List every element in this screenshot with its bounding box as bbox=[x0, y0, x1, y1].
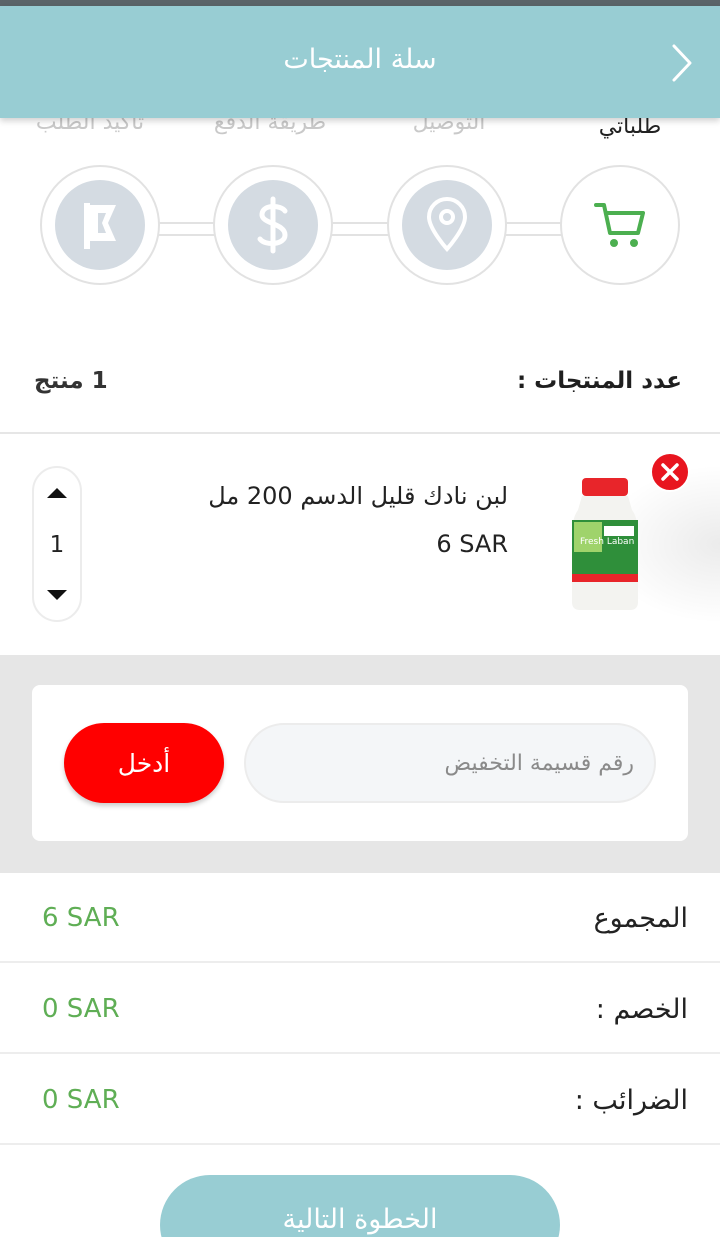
next-step-button[interactable]: الخطوة التالية bbox=[160, 1175, 560, 1237]
decrement-button[interactable] bbox=[47, 590, 67, 600]
product-price: 6 SAR bbox=[436, 530, 508, 558]
coupon-section: أدخل bbox=[0, 655, 720, 873]
product-name: لبن نادك قليل الدسم 200 مل bbox=[208, 482, 508, 510]
step-payment[interactable] bbox=[213, 165, 333, 285]
remove-item-button[interactable] bbox=[650, 452, 690, 492]
tax-value: 0 SAR bbox=[42, 1085, 120, 1115]
quantity-stepper: 1 bbox=[32, 466, 82, 622]
subtotal-row: المجموع 6 SAR bbox=[0, 873, 720, 963]
step-delivery[interactable] bbox=[387, 165, 507, 285]
tax-label: الضرائب : bbox=[574, 1085, 688, 1116]
dollar-icon bbox=[228, 180, 318, 270]
coupon-card: أدخل bbox=[32, 685, 688, 841]
quantity-value: 1 bbox=[49, 532, 65, 558]
step-orders[interactable] bbox=[560, 165, 680, 285]
cart-icon bbox=[575, 180, 665, 270]
apply-coupon-button[interactable]: أدخل bbox=[64, 723, 224, 803]
product-count-value: 1 منتج bbox=[34, 368, 108, 394]
flag-icon bbox=[55, 180, 145, 270]
close-icon bbox=[661, 463, 679, 481]
increment-button[interactable] bbox=[47, 488, 67, 498]
product-image-text: Fresh Laban bbox=[580, 537, 634, 547]
coupon-input[interactable] bbox=[244, 723, 656, 803]
step-confirm[interactable] bbox=[40, 165, 160, 285]
subtotal-label: المجموع bbox=[593, 903, 688, 934]
cart-item: Fresh Laban لبن نادك قليل الدسم 200 مل 6… bbox=[0, 434, 720, 654]
location-pin-icon bbox=[402, 180, 492, 270]
discount-label: الخصم : bbox=[595, 994, 688, 1025]
subtotal-value: 6 SAR bbox=[42, 903, 120, 933]
product-count-row: عدد المنتجات : 1 منتج bbox=[0, 360, 720, 408]
page-title: سلة المنتجات bbox=[283, 44, 437, 75]
product-count-label: عدد المنتجات : bbox=[516, 368, 682, 394]
product-image: Fresh Laban bbox=[560, 474, 650, 614]
discount-value: 0 SAR bbox=[42, 994, 120, 1024]
discount-row: الخصم : 0 SAR bbox=[0, 964, 720, 1054]
chevron-right-icon[interactable] bbox=[670, 42, 694, 84]
app-bar: سلة المنتجات bbox=[0, 6, 720, 118]
tax-row: الضرائب : 0 SAR bbox=[0, 1055, 720, 1145]
